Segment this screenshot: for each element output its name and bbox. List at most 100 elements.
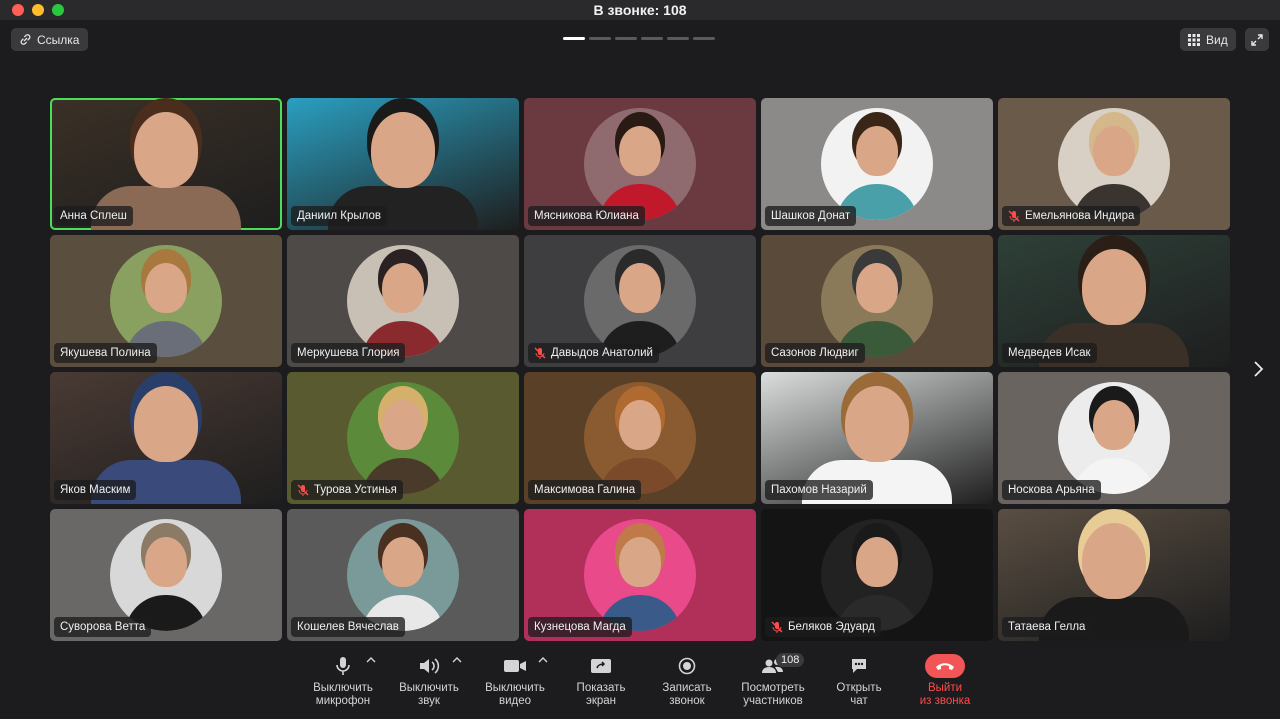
leave-call-button[interactable]: Выйти из звонка [902, 650, 988, 708]
participant-name-label: Емельянова Индира [1002, 206, 1141, 226]
toggle-video-label: Выключить видео [485, 682, 545, 707]
participant-tile[interactable]: Сазонов Людвиг [761, 235, 993, 367]
mic-muted-icon [771, 621, 783, 633]
participant-tile[interactable]: Максимова Галина [524, 372, 756, 504]
participant-tile[interactable]: Беляков Эдуард [761, 509, 993, 641]
participant-name-label: Медведев Исак [1002, 343, 1097, 363]
participant-name: Кузнецова Магда [534, 621, 626, 633]
participant-name: Мясникова Юлиана [534, 210, 639, 222]
view-participants-button[interactable]: 108 Посмотреть участников [730, 650, 816, 708]
participant-tile[interactable]: Турова Устинья [287, 372, 519, 504]
hang-up-icon [925, 654, 965, 678]
toggle-sound-button[interactable]: Выключить звук [386, 650, 472, 708]
page-dot[interactable] [641, 37, 663, 40]
participant-name: Якушева Полина [60, 347, 151, 359]
open-chat-label: Открыть чат [836, 682, 882, 707]
participant-tile[interactable]: Анна Сплеш [50, 98, 282, 230]
participant-tile[interactable]: Суворова Ветта [50, 509, 282, 641]
chevron-up-icon[interactable] [366, 656, 376, 664]
participant-name-label: Беляков Эдуард [765, 617, 881, 637]
toggle-video-button[interactable]: Выключить видео [472, 650, 558, 708]
participant-name-label: Анна Сплеш [54, 206, 133, 226]
page-dot[interactable] [615, 37, 637, 40]
page-dot[interactable] [667, 37, 689, 40]
call-toolbar: Выключить микрофон Выключить звук Выключ… [300, 650, 988, 712]
participant-avatar [347, 382, 459, 494]
title-bar: В звонке: 108 [0, 0, 1280, 20]
participant-name-label: Сазонов Людвиг [765, 343, 865, 363]
participant-name: Давыдов Анатолий [551, 347, 653, 359]
participant-tile[interactable]: Кузнецова Магда [524, 509, 756, 641]
fullscreen-button[interactable] [1245, 28, 1269, 51]
participant-tile[interactable]: Кошелев Вячеслав [287, 509, 519, 641]
window-controls [12, 4, 64, 16]
view-mode-button[interactable]: Вид [1180, 28, 1236, 51]
link-icon [20, 34, 31, 45]
participant-avatar [821, 245, 933, 357]
page-dot[interactable] [563, 37, 585, 40]
participant-name: Максимова Галина [534, 484, 636, 496]
toggle-mic-button[interactable]: Выключить микрофон [300, 650, 386, 708]
participant-name: Кошелев Вячеслав [297, 621, 399, 633]
participant-avatar [110, 519, 222, 631]
participant-name-label: Носкова Арьяна [1002, 480, 1101, 500]
participant-tile[interactable]: Якушева Полина [50, 235, 282, 367]
participant-avatar [821, 108, 933, 220]
expand-icon [1251, 33, 1263, 46]
maximize-window-button[interactable] [52, 4, 64, 16]
participant-name-label: Давыдов Анатолий [528, 343, 659, 363]
participant-tile[interactable]: Даниил Крылов [287, 98, 519, 230]
leave-call-label: Выйти из звонка [919, 682, 971, 707]
chevron-up-icon[interactable] [452, 656, 462, 664]
participant-name: Сазонов Людвиг [771, 347, 859, 359]
participant-name: Турова Устинья [314, 484, 397, 496]
close-window-button[interactable] [12, 4, 24, 16]
participant-avatar [1058, 108, 1170, 220]
participant-name-label: Кошелев Вячеслав [291, 617, 405, 637]
participant-avatar [1058, 382, 1170, 494]
page-dot[interactable] [589, 37, 611, 40]
minimize-window-button[interactable] [32, 4, 44, 16]
copy-link-button[interactable]: Ссылка [11, 28, 89, 51]
page-indicator [563, 37, 715, 40]
participants-count-badge: 108 [776, 653, 805, 667]
next-page-arrow-icon[interactable] [1250, 360, 1266, 378]
participant-name: Емельянова Индира [1025, 210, 1135, 222]
participant-tile[interactable]: Мясникова Юлиана [524, 98, 756, 230]
participants-grid: Анна Сплеш Даниил Крылов Мясникова Юлиана Ш… [50, 98, 1230, 641]
view-participants-label: Посмотреть участников [741, 682, 805, 707]
participant-avatar [584, 382, 696, 494]
participant-name: Шашков Донат [771, 210, 851, 222]
mic-muted-icon [297, 484, 309, 496]
participant-name-label: Пахомов Назарий [765, 480, 873, 500]
participant-tile[interactable]: Шашков Донат [761, 98, 993, 230]
participant-tile[interactable]: Пахомов Назарий [761, 372, 993, 504]
participant-tile[interactable]: Давыдов Анатолий [524, 235, 756, 367]
speaker-icon [420, 658, 440, 674]
participant-avatar [584, 108, 696, 220]
record-call-button[interactable]: Записать звонок [644, 650, 730, 708]
participant-tile[interactable]: Татаева Гелла [998, 509, 1230, 641]
mic-muted-icon [1008, 210, 1020, 222]
participant-name-label: Турова Устинья [291, 480, 403, 500]
participant-name-label: Шашков Донат [765, 206, 857, 226]
view-mode-label: Вид [1206, 32, 1228, 47]
screen-share-icon [591, 659, 611, 673]
chevron-up-icon[interactable] [538, 656, 548, 664]
grid-icon [1188, 33, 1200, 46]
participant-tile[interactable]: Медведев Исак [998, 235, 1230, 367]
participant-tile[interactable]: Меркушева Глория [287, 235, 519, 367]
share-screen-button[interactable]: Показать экран [558, 650, 644, 708]
participant-avatar [821, 519, 933, 631]
participant-tile[interactable]: Емельянова Индира [998, 98, 1230, 230]
participant-name: Медведев Исак [1008, 347, 1091, 359]
page-dot[interactable] [693, 37, 715, 40]
open-chat-button[interactable]: Открыть чат [816, 650, 902, 708]
participant-name: Носкова Арьяна [1008, 484, 1095, 496]
participant-tile[interactable]: Носкова Арьяна [998, 372, 1230, 504]
microphone-icon [336, 657, 350, 675]
mic-muted-icon [534, 347, 546, 359]
participant-tile[interactable]: Яков Маским [50, 372, 282, 504]
participant-avatar [584, 519, 696, 631]
chat-icon [852, 659, 866, 673]
